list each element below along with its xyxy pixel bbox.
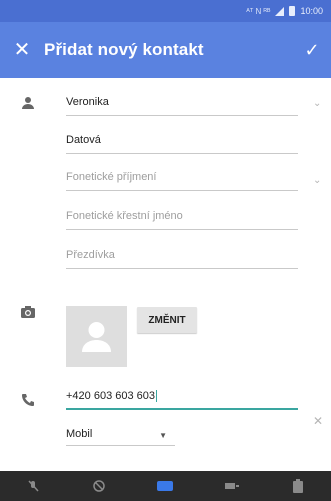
- nickname-field[interactable]: Přezdívka: [66, 249, 298, 269]
- phone-number-value: +420 603 603 603: [66, 390, 156, 402]
- page-title: Přidat nový kontakt: [44, 40, 204, 59]
- change-photo-button[interactable]: ZMĚNIT: [137, 307, 197, 333]
- phonetic-last-name-field[interactable]: Fonetické příjmení: [66, 171, 298, 191]
- person-icon: [22, 97, 34, 109]
- app-bar: ✕ Přidat nový kontakt ✓: [0, 22, 331, 78]
- keyboard-icon[interactable]: [156, 477, 174, 495]
- close-icon[interactable]: ✕: [0, 40, 44, 60]
- battery-icon: [289, 6, 296, 16]
- expand-phonetic-chevron-icon[interactable]: ⌄: [313, 176, 321, 186]
- last-name-field[interactable]: Datová: [66, 134, 298, 154]
- phone-number-field[interactable]: +420 603 603 603: [66, 390, 298, 410]
- input-switch-icon[interactable]: [223, 477, 241, 495]
- avatar-icon: [82, 322, 111, 352]
- first-name-field[interactable]: Veronika: [66, 96, 298, 116]
- contact-photo-placeholder[interactable]: [66, 306, 127, 367]
- remove-phone-icon[interactable]: ✕: [313, 414, 323, 428]
- mic-off-icon[interactable]: [24, 477, 42, 495]
- text-cursor: [156, 390, 158, 403]
- check-icon[interactable]: ✓: [297, 40, 327, 61]
- phone-type-value: Mobil: [66, 428, 93, 440]
- phonetic-first-name-field[interactable]: Fonetické křestní jméno: [66, 210, 298, 230]
- network-indicator: ᴬᵀ N ᴿᴮ: [246, 6, 271, 16]
- phone-type-select[interactable]: Mobil ▼: [66, 428, 175, 446]
- clipboard-icon[interactable]: [289, 477, 307, 495]
- camera-icon: [21, 306, 35, 318]
- dropdown-arrow-icon: ▼: [159, 431, 167, 440]
- bottom-toolbar: [0, 471, 331, 501]
- clock: 10:00: [300, 6, 323, 16]
- signal-icon: [275, 6, 285, 16]
- expand-name-chevron-icon[interactable]: ⌄: [313, 99, 321, 109]
- phone-icon: [22, 394, 34, 406]
- clipboard-off-icon[interactable]: [90, 477, 108, 495]
- status-bar: ᴬᵀ N ᴿᴮ 10:00: [0, 0, 331, 22]
